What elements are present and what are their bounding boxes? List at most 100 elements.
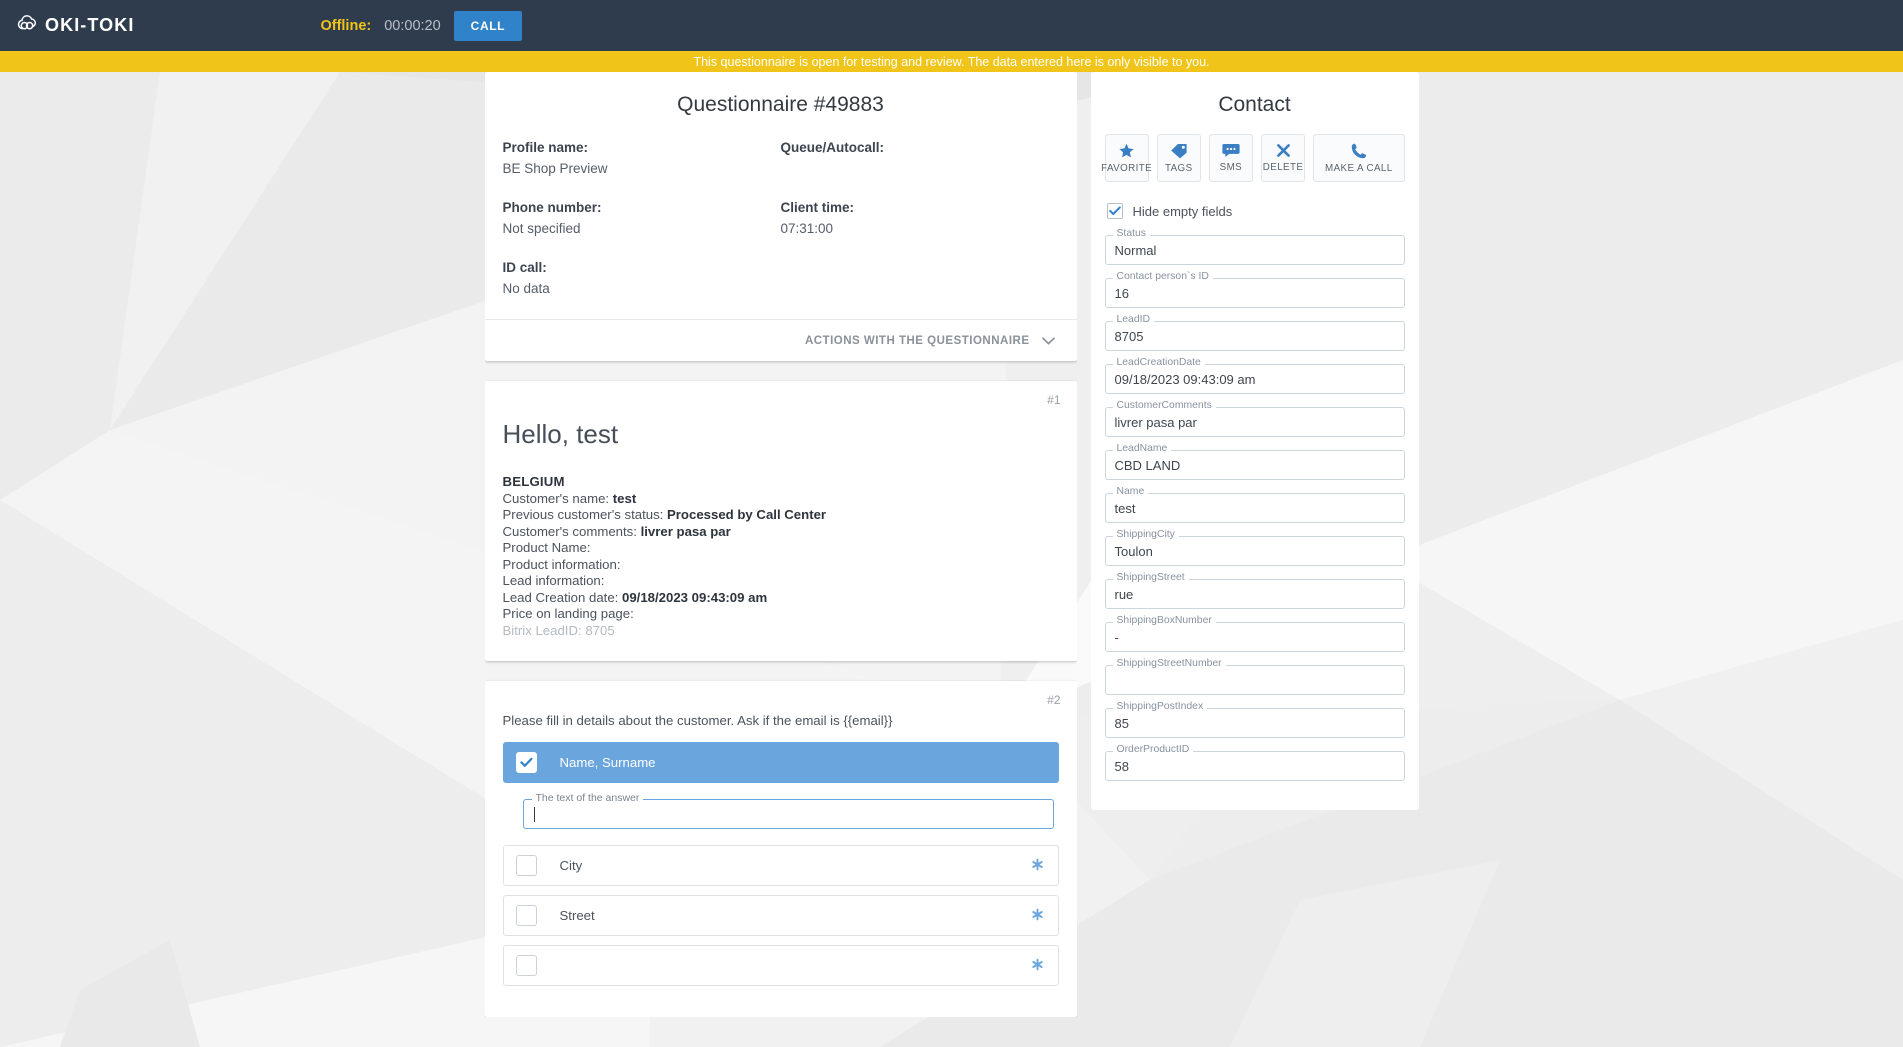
close-icon (1276, 143, 1291, 158)
answer-option-street[interactable]: Street (502, 895, 1059, 936)
page-body: Questionnaire #49883 Profile name: BE Sh… (0, 72, 1903, 1047)
field-value[interactable]: 8705 (1104, 321, 1405, 351)
checkbox-unchecked-icon[interactable] (515, 905, 537, 926)
field-legend: ShippingStreetNumber (1112, 658, 1226, 669)
field-legend: ShippingBoxNumber (1112, 615, 1216, 626)
checkbox-unchecked-icon[interactable] (515, 955, 537, 976)
answer-option-next[interactable] (502, 945, 1059, 986)
field-contact-person-id[interactable]: Contact person`s ID 16 (1104, 271, 1405, 308)
field-legend: Status (1112, 228, 1150, 239)
field-value[interactable]: livrer pasa par (1104, 407, 1405, 437)
brand-name: OKI-TOKI (45, 15, 135, 35)
status-timer: 00:00:20 (384, 17, 441, 34)
meta-label: Queue/Autocall: (780, 140, 885, 155)
question-card: #2 Please fill in details about the cust… (484, 681, 1077, 1017)
contact-actions: FAVORITE TAGS SMS DELETE MAKE A CALL (1101, 134, 1405, 182)
top-bar: OKI-TOKI Offline: 00:00:20 CALL (0, 0, 1903, 51)
favorite-button[interactable]: FAVORITE (1101, 134, 1152, 182)
delete-button[interactable]: DELETE (1260, 134, 1306, 182)
answer-text-field[interactable]: The text of the answer (522, 792, 1054, 829)
field-legend: Name (1112, 486, 1149, 497)
status-label: Offline: (320, 17, 372, 34)
answer-option-label: Name, Surname (559, 755, 656, 770)
field-leadcreationdate[interactable]: LeadCreationDate 09/18/2023 09:43:09 am (1104, 357, 1405, 394)
greet-line-lead-creation-date: Lead Creation date: 09/18/2023 09:43:09 … (503, 590, 1059, 607)
answer-option-city[interactable]: City (502, 845, 1059, 886)
greet-line-customer-name: Customer's name: test (503, 491, 1059, 508)
field-legend: OrderProductID (1112, 744, 1194, 755)
call-button[interactable]: CALL (453, 10, 523, 41)
greet-line-product-information: Product information: (503, 557, 1059, 574)
greet-label: Lead Creation date: (502, 589, 623, 605)
field-value[interactable]: Normal (1104, 235, 1405, 265)
checkbox-checked-icon[interactable] (515, 752, 537, 773)
star-icon (1118, 143, 1135, 159)
greet-label: Customer's name: (502, 490, 613, 506)
sms-label: SMS (1219, 162, 1243, 173)
field-status[interactable]: Status Normal (1104, 228, 1405, 265)
field-value[interactable]: CBD LAND (1104, 450, 1405, 480)
field-value[interactable]: test (1104, 493, 1405, 523)
answer-option-label: Street (559, 908, 595, 923)
card-index: #1 (1047, 393, 1061, 407)
meta-queue-autocall: Queue/Autocall: (781, 137, 1059, 179)
chevron-down-icon[interactable] (1041, 334, 1055, 347)
hide-empty-fields-toggle[interactable]: Hide empty fields (1106, 203, 1405, 219)
card-index: #2 (1047, 693, 1061, 707)
field-value[interactable]: - (1104, 622, 1405, 652)
greet-label: Product information: (502, 556, 621, 572)
text-caret (533, 806, 535, 822)
field-value[interactable]: rue (1104, 579, 1405, 609)
greet-line-lead-information: Lead information: (503, 573, 1059, 590)
greet-line-product-name: Product Name: (503, 540, 1059, 557)
meta-id-call: ID call: No data (503, 257, 781, 299)
phone-icon (1351, 143, 1367, 159)
greet-value: livrer pasa par (640, 523, 731, 539)
field-value[interactable] (1104, 665, 1405, 695)
required-asterisk-icon (1031, 908, 1044, 924)
brand-logo[interactable]: OKI-TOKI (17, 15, 134, 36)
field-orderproductid[interactable]: OrderProductID 58 (1104, 744, 1405, 781)
field-value[interactable]: Toulon (1104, 536, 1405, 566)
required-asterisk-icon (1031, 858, 1044, 874)
field-legend: CustomerComments (1112, 400, 1216, 411)
meta-label: Client time: (780, 200, 855, 215)
contact-title: Contact (1218, 93, 1291, 116)
field-customercomments[interactable]: CustomerComments livrer pasa par (1104, 400, 1405, 437)
meta-label: Phone number: (502, 200, 602, 215)
field-leadid[interactable]: LeadID 8705 (1104, 314, 1405, 351)
field-name[interactable]: Name test (1104, 486, 1405, 523)
meta-label: ID call: (502, 260, 547, 275)
field-shippingstreetnumber[interactable]: ShippingStreetNumber (1104, 658, 1405, 695)
field-shippingboxnumber[interactable]: ShippingBoxNumber - (1104, 615, 1405, 652)
checkbox-unchecked-icon[interactable] (515, 855, 537, 876)
field-value[interactable]: 09/18/2023 09:43:09 am (1104, 364, 1405, 394)
greet-value: Processed by Call Center (667, 507, 827, 522)
tags-button[interactable]: TAGS (1156, 134, 1201, 182)
sms-button[interactable]: SMS (1208, 134, 1253, 182)
field-shippingstreet[interactable]: ShippingStreet rue (1104, 572, 1405, 609)
questionnaire-actions-row[interactable]: ACTIONS WITH THE QUESTIONNAIRE (484, 319, 1077, 361)
field-shippingcity[interactable]: ShippingCity Toulon (1104, 529, 1405, 566)
delete-label: DELETE (1262, 162, 1304, 173)
meta-profile-name: Profile name: BE Shop Preview (503, 137, 781, 179)
field-legend: ShippingCity (1112, 529, 1179, 540)
actions-with-questionnaire-button[interactable]: ACTIONS WITH THE QUESTIONNAIRE (805, 335, 1030, 347)
field-value[interactable]: 85 (1104, 708, 1405, 738)
contact-column: Contact FAVORITE TAGS SMS DELETE MAKE A … (1090, 72, 1419, 810)
field-legend: LeadID (1112, 314, 1155, 325)
tag-icon (1170, 143, 1188, 159)
answer-option-name-surname[interactable]: Name, Surname (502, 742, 1059, 783)
make-a-call-button[interactable]: MAKE A CALL (1313, 134, 1405, 182)
greet-label: Previous customer's status: (502, 507, 667, 522)
greet-line-previous-status: Previous customer's status: Processed by… (503, 507, 1059, 524)
greet-value: 09/18/2023 09:43:09 am (622, 589, 768, 605)
field-value[interactable]: 58 (1104, 751, 1405, 781)
question-prompt: Please fill in details about the custome… (502, 713, 893, 728)
field-leadname[interactable]: LeadName CBD LAND (1104, 443, 1405, 480)
field-value[interactable]: 16 (1104, 278, 1405, 308)
notice-text: This questionnaire is open for testing a… (693, 54, 1210, 69)
greet-value: test (612, 490, 637, 506)
checkbox-checked-icon[interactable] (1106, 203, 1123, 219)
field-shippingpostindex[interactable]: ShippingPostIndex 85 (1104, 701, 1405, 738)
